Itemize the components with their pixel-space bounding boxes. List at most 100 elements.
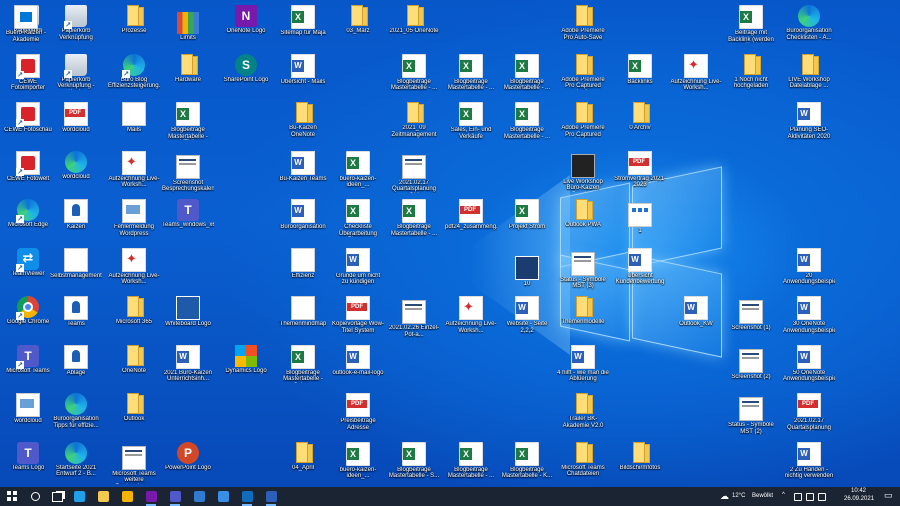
desktop-icon[interactable]: Übersicht Kundenbewertung [614,245,666,295]
weather-icon[interactable]: ☁ [720,491,729,502]
desktop-icon[interactable]: Microsoft Edge [2,196,54,246]
desktop-icon[interactable]: Blogbeiträge Mastertabelle - ... [445,439,497,488]
desktop-icon[interactable]: 2021.02.26 Einzel-Pot-a... [388,293,440,343]
desktop-icon[interactable]: CEWE Fotoimporter [2,51,54,101]
desktop-icon[interactable]: Kopievorlage Wow-Titel System [332,293,384,343]
desktop-icon[interactable]: Website - Seite 2,2,2 [501,293,553,343]
desktop-icon[interactable]: 4 hilft - wie man die Ablüerung berichte… [557,342,609,392]
start-button[interactable] [5,489,19,504]
desktop-icon[interactable]: Blogbeiträge Mastertabelle - K... [501,439,553,488]
desktop-icon[interactable]: TeamViewer [2,245,54,295]
desktop-icon[interactable]: Stromvertrag 2021-2023 [614,148,666,198]
todo-icon[interactable] [192,489,206,504]
desktop-icon[interactable]: Blogbeiträge Mastertabelle - Sche... [277,342,329,392]
whiteboard-icon[interactable] [216,489,230,504]
desktop-icon[interactable]: Prozesse [108,2,160,52]
desktop-icon[interactable]: Themenmindmap [277,293,329,343]
desktop-icon[interactable]: 2021.02.17 Quartalsplanung OM [388,148,440,198]
volume-icon[interactable] [806,493,814,501]
onenote-icon[interactable] [144,489,158,506]
desktop-icon[interactable]: wordcloud [2,390,54,440]
desktop-icon[interactable]: Limits [162,2,214,52]
desktop-icon[interactable]: Google Chrome [2,293,54,343]
desktop-icon[interactable]: Aufzeichnung Live-Worksh... [445,293,497,343]
desktop-icon[interactable]: Whiteboard Logo [162,293,214,343]
desktop-icon[interactable]: wordcloud [50,99,102,149]
desktop-icon[interactable]: Effizienz [277,245,329,295]
desktop-icon[interactable]: 2021 Büro-Kaizen Unterrichtsinh... [162,342,214,392]
desktop-icon[interactable]: Kaizen [50,196,102,246]
desktop-icon[interactable]: Blogbeiträge Mastertabelle - ... [445,51,497,101]
onedrive-icon[interactable] [818,493,826,501]
desktop-icon[interactable]: Trailer BK-Akademie V2.0 [557,390,609,440]
desktop-icon[interactable]: outlook-e-mail-logo [332,342,384,392]
desktop-icon[interactable]: Projekt Strom [501,196,553,246]
outlook-icon[interactable] [240,489,254,506]
desktop-icon[interactable]: 30 OneNote Anwendungsbeispie... [783,293,835,343]
desktop-icon[interactable]: Teams_windows_x64 [162,196,214,246]
desktop-icon[interactable]: Gründe um nicht zu kündigen [332,245,384,295]
desktop-icon[interactable]: Backlinks [614,51,666,101]
desktop-icon[interactable]: Aufzeichnung Live-Worksh... [108,148,160,198]
desktop-icon[interactable]: Adobe Premiere Pro Captured Video [557,99,609,149]
desktop-icon[interactable]: Teams [50,293,102,343]
word-icon[interactable] [264,489,278,506]
desktop-icon[interactable]: Mails [108,99,160,149]
desktop-icon[interactable]: Blogbeiträge Mastertabelle - ... [501,51,553,101]
desktop-icon[interactable]: Live Workshop Büro-Kaizen Dateia... [557,148,609,198]
desktop-icon[interactable]: 10 [501,245,553,295]
desktop-icon[interactable]: Sitemap für Maja [277,2,329,52]
desktop-icon[interactable]: Screenshot (2) [725,342,777,392]
desktop-icon[interactable]: 1 Noch nicht hochgeladen [725,51,777,101]
desktop-icon[interactable]: Screenshot Besprechungskalender [162,148,214,198]
task-view-icon[interactable] [50,489,64,504]
desktop-icon[interactable]: Startseite 2021 Entwurf 2 - B... [50,439,102,488]
desktop-icon[interactable]: PowerPoint Logo [162,439,214,488]
desktop-icon[interactable]: Papierkorb Verknüpfung - Kopie [50,51,102,101]
desktop-icon[interactable]: 04_April [277,439,329,488]
desktop-icon[interactable]: Outlook PWA [557,196,609,246]
notification-icon[interactable]: ▭ [884,490,893,501]
desktop-icon[interactable]: Outlook [108,390,160,440]
desktop-icon[interactable]: Themenmodelle [557,293,609,343]
desktop-icon[interactable]: Hardware [162,51,214,101]
weather-condition[interactable]: Bewölkt [752,493,773,499]
desktop-icon[interactable]: 2021.02.17 Quartalsplanung OM [783,390,835,440]
desktop-icon[interactable]: Adobe Premiere Pro Captured Audio [557,51,609,101]
desktop-icon[interactable]: 1 [614,196,666,246]
desktop-icon[interactable]: Ablage [50,342,102,392]
desktop-icon[interactable]: Planung SEO-Aktivitäten 2020 [783,99,835,149]
desktop-icon[interactable]: Bildschirmfotos [614,439,666,488]
desktop-icon[interactable]: LIVE Workshop Dateiablage ... [783,51,835,101]
desktop-icon[interactable]: Bü-Kaizen Teams [277,148,329,198]
desktop-icon[interactable]: Microsoft Teams Chatdateien [557,439,609,488]
desktop-icon[interactable]: Bü-Kaizen OneNote [277,99,329,149]
desktop-icon[interactable]: Outlook_KW [670,293,722,343]
desktop-icon[interactable]: 2 Zu Händen - nichtig verwenden [783,439,835,488]
desktop-icon[interactable]: Status - Symbole MST (3) [557,245,609,295]
desktop-icon[interactable]: buero-kaizen-ideen_... [332,439,384,488]
desktop-icon[interactable]: Aufzeichnung Live-Worksh... [670,51,722,101]
desktop-icon[interactable]: Papierkorb Verknüpfung [50,2,102,52]
chrome-icon[interactable] [120,489,134,504]
desktop-icon[interactable]: Aufzeichnung Live-Worksh... [108,245,160,295]
desktop-icon[interactable]: Übersicht - Mails [277,51,329,101]
desktop-icon[interactable]: Büro Blog Effizienzsteigerung... [108,51,160,101]
desktop-icon[interactable]: Blogbeiträge Mastertabelle - ... [388,51,440,101]
desktop-icon[interactable]: 50 OneNote Anwendungsbeispie... [783,342,835,392]
desktop-icon[interactable]: Blogbeiträge Mastertabelle - S... [388,439,440,488]
desktop-icon[interactable]: wordcloud [50,148,102,198]
clock-date[interactable]: 26.09.2021 [844,496,874,502]
desktop-icon[interactable]: Status - Symbole MST (2) [725,390,777,440]
desktop-icon[interactable]: Microsoft Teams weitere Registerkart... [108,439,160,488]
desktop-icon[interactable]: Screenshot (1) [725,293,777,343]
desktop-icon[interactable]: buero-kaizen-ideen_... [332,148,384,198]
search-icon[interactable] [28,489,42,504]
desktop-icon[interactable]: Preisbeiträge Adresse [332,390,384,440]
weather-temp[interactable]: 12°C [732,493,745,499]
desktop-icon[interactable]: Microsoft Teams [2,342,54,392]
desktop-icon[interactable]: Teams Logo [2,439,54,488]
desktop-icon[interactable]: Büroorganisation [277,196,329,246]
network-icon[interactable] [794,493,802,501]
desktop-icon[interactable]: Blogbeiträge Mastertabelle - ... [501,99,553,149]
